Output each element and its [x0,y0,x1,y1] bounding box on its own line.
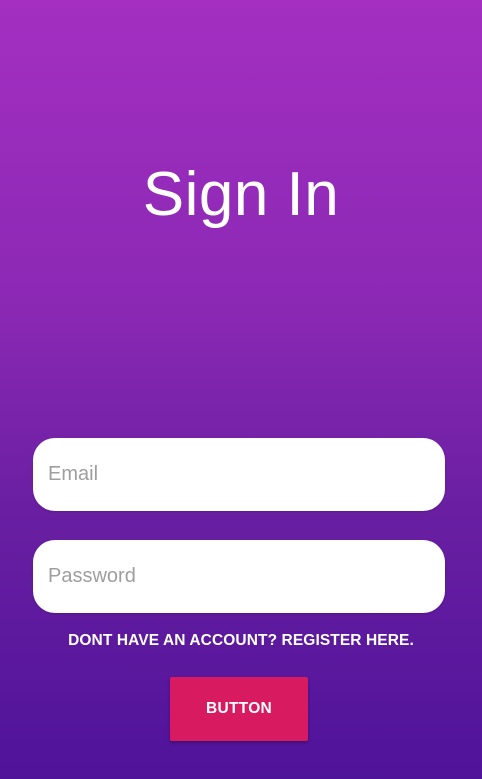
register-link[interactable]: DONT HAVE AN ACCOUNT? REGISTER HERE. [0,632,482,650]
email-field[interactable] [48,463,430,486]
password-field-container[interactable] [33,540,445,613]
page-title: Sign In [142,160,340,229]
password-field[interactable] [48,565,430,588]
submit-button[interactable]: BUTTON [170,677,308,741]
email-field-container[interactable] [33,438,445,511]
sign-in-screen: Sign In DONT HAVE AN ACCOUNT? REGISTER H… [0,0,482,779]
